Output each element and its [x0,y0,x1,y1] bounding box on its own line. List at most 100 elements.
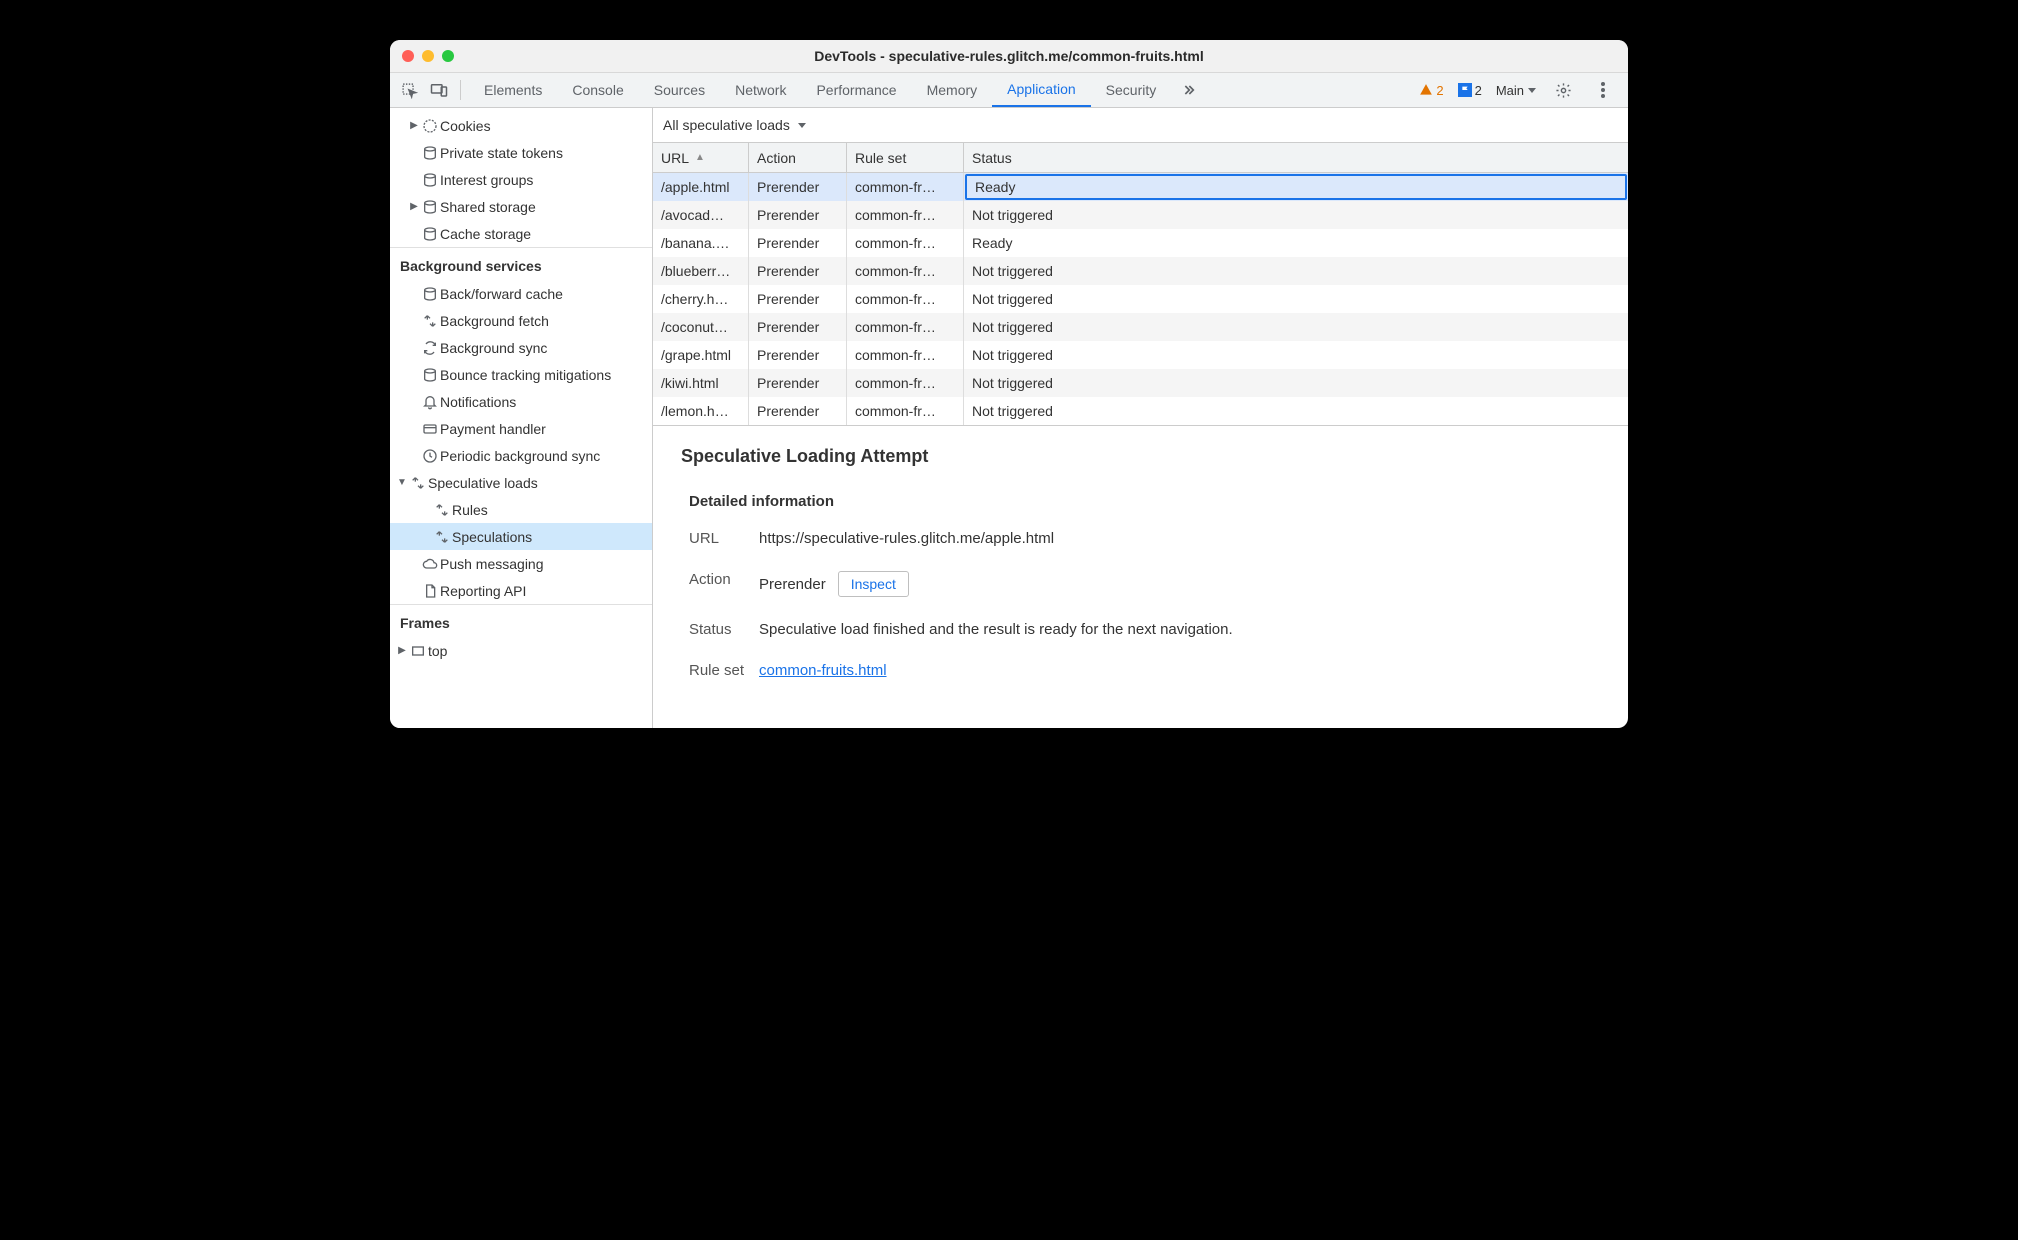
kebab-menu-icon[interactable] [1590,77,1616,103]
tab-sources[interactable]: Sources [639,73,720,107]
sidebar-item-periodic-sync[interactable]: Periodic background sync [390,442,652,469]
table-cell-ruleset: common-fr… [847,173,964,201]
sidebar-item-label: Notifications [440,394,516,410]
bell-icon [420,394,440,410]
table-cell-action: Prerender [749,229,847,257]
table-row[interactable]: /banana.…Prerendercommon-fr…Ready [653,229,1628,257]
table-row[interactable]: /coconut…Prerendercommon-fr…Not triggere… [653,313,1628,341]
detail-ruleset-link[interactable]: common-fruits.html [759,662,887,679]
sidebar-item-frame-top[interactable]: ▶ top [390,637,652,664]
sidebar-item-label: Speculative loads [428,475,538,491]
table-row[interactable]: /blueberr…Prerendercommon-fr…Not trigger… [653,257,1628,285]
sidebar-item-private-state-tokens[interactable]: Private state tokens [390,139,652,166]
table-row[interactable]: /lemon.h…Prerendercommon-fr…Not triggere… [653,397,1628,425]
detail-label-action: Action [689,571,759,597]
sidebar-item-rules[interactable]: Rules [390,496,652,523]
sidebar-item-label: Cookies [440,118,491,134]
database-icon [420,226,440,242]
table-cell-action: Prerender [749,285,847,313]
tab-network[interactable]: Network [720,73,801,107]
chevron-down-icon [798,123,806,128]
sidebar-item-label: Speculations [452,529,532,545]
detail-value-url: https://speculative-rules.glitch.me/appl… [759,530,1600,547]
table-cell-status: Not triggered [964,201,1628,229]
sidebar-item-label: top [428,643,447,659]
tab-memory[interactable]: Memory [912,73,993,107]
column-header-action[interactable]: Action [749,143,847,172]
target-selector[interactable]: Main [1496,83,1536,98]
table-body: /apple.htmlPrerendercommon-fr…Ready/avoc… [653,173,1628,425]
inspect-button[interactable]: Inspect [838,571,909,597]
sidebar-item-interest-groups[interactable]: Interest groups [390,166,652,193]
table-cell-action: Prerender [749,369,847,397]
warnings-count: 2 [1436,83,1443,98]
column-header-status[interactable]: Status [964,143,1628,172]
issues-count: 2 [1475,83,1482,98]
panel-tabs: Elements Console Sources Network Perform… [469,73,1171,107]
table-row[interactable]: /apple.htmlPrerendercommon-fr…Ready [653,173,1628,201]
sidebar-item-bounce-tracking[interactable]: Bounce tracking mitigations [390,361,652,388]
tab-elements[interactable]: Elements [469,73,557,107]
column-header-url[interactable]: URL ▲ [653,143,749,172]
detail-label-ruleset: Rule set [689,662,759,679]
cloud-icon [420,556,440,572]
issues-indicator[interactable]: 2 [1458,83,1482,98]
tab-performance[interactable]: Performance [801,73,911,107]
table-cell-action: Prerender [749,201,847,229]
table-cell-url: /apple.html [653,173,749,201]
zoom-window-button[interactable] [442,50,454,62]
table-cell-status: Not triggered [964,369,1628,397]
sidebar-item-speculative-loads[interactable]: ▼ Speculative loads [390,469,652,496]
sidebar-item-label: Cache storage [440,226,531,242]
window-title: DevTools - speculative-rules.glitch.me/c… [814,48,1203,64]
sidebar-category-frames: Frames [390,604,652,637]
table-cell-action: Prerender [749,313,847,341]
device-toolbar-icon[interactable] [426,77,452,103]
table-row[interactable]: /grape.htmlPrerendercommon-fr…Not trigge… [653,341,1628,369]
sidebar-item-push-messaging[interactable]: Push messaging [390,550,652,577]
warnings-indicator[interactable]: 2 [1419,83,1443,98]
sidebar-item-label: Push messaging [440,556,544,572]
table-cell-status: Not triggered [964,313,1628,341]
table-row[interactable]: /avocad…Prerendercommon-fr…Not triggered [653,201,1628,229]
details-pane: Speculative Loading Attempt Detailed inf… [653,426,1628,699]
more-tabs-icon[interactable] [1175,77,1201,103]
minimize-window-button[interactable] [422,50,434,62]
sidebar-item-label: Private state tokens [440,145,563,161]
table-row[interactable]: /kiwi.htmlPrerendercommon-fr…Not trigger… [653,369,1628,397]
sidebar-item-background-fetch[interactable]: Background fetch [390,307,652,334]
table-cell-url: /kiwi.html [653,369,749,397]
sidebar-item-bfcache[interactable]: Back/forward cache [390,280,652,307]
table-cell-ruleset: common-fr… [847,313,964,341]
filter-dropdown[interactable]: All speculative loads [663,117,806,133]
table-cell-status: Ready [965,174,1627,200]
filter-bar: All speculative loads [653,108,1628,143]
column-header-ruleset[interactable]: Rule set [847,143,964,172]
table-cell-url: /cherry.h… [653,285,749,313]
sidebar-item-background-sync[interactable]: Background sync [390,334,652,361]
tab-console[interactable]: Console [557,73,638,107]
sidebar-item-shared-storage[interactable]: ▶ Shared storage [390,193,652,220]
sidebar-item-cache-storage[interactable]: Cache storage [390,220,652,247]
database-icon [420,172,440,188]
close-window-button[interactable] [402,50,414,62]
tab-application[interactable]: Application [992,73,1091,107]
sidebar-item-reporting-api[interactable]: Reporting API [390,577,652,604]
table-cell-status: Not triggered [964,341,1628,369]
sidebar-item-label: Rules [452,502,488,518]
table-cell-ruleset: common-fr… [847,285,964,313]
refresh-icon [420,340,440,356]
sidebar-item-notifications[interactable]: Notifications [390,388,652,415]
tab-security[interactable]: Security [1091,73,1172,107]
settings-gear-icon[interactable] [1550,77,1576,103]
sidebar-item-label: Payment handler [440,421,546,437]
table-cell-status: Not triggered [964,285,1628,313]
sidebar-item-payment-handler[interactable]: Payment handler [390,415,652,442]
sidebar-item-speculations[interactable]: Speculations [390,523,652,550]
inspect-element-icon[interactable] [396,77,422,103]
sidebar-item-cookies[interactable]: ▶ Cookies [390,112,652,139]
panel-body: ▶ Cookies Private state tokens Interest … [390,108,1628,728]
sidebar-item-label: Periodic background sync [440,448,600,464]
sidebar-item-label: Bounce tracking mitigations [440,367,611,383]
table-row[interactable]: /cherry.h…Prerendercommon-fr…Not trigger… [653,285,1628,313]
